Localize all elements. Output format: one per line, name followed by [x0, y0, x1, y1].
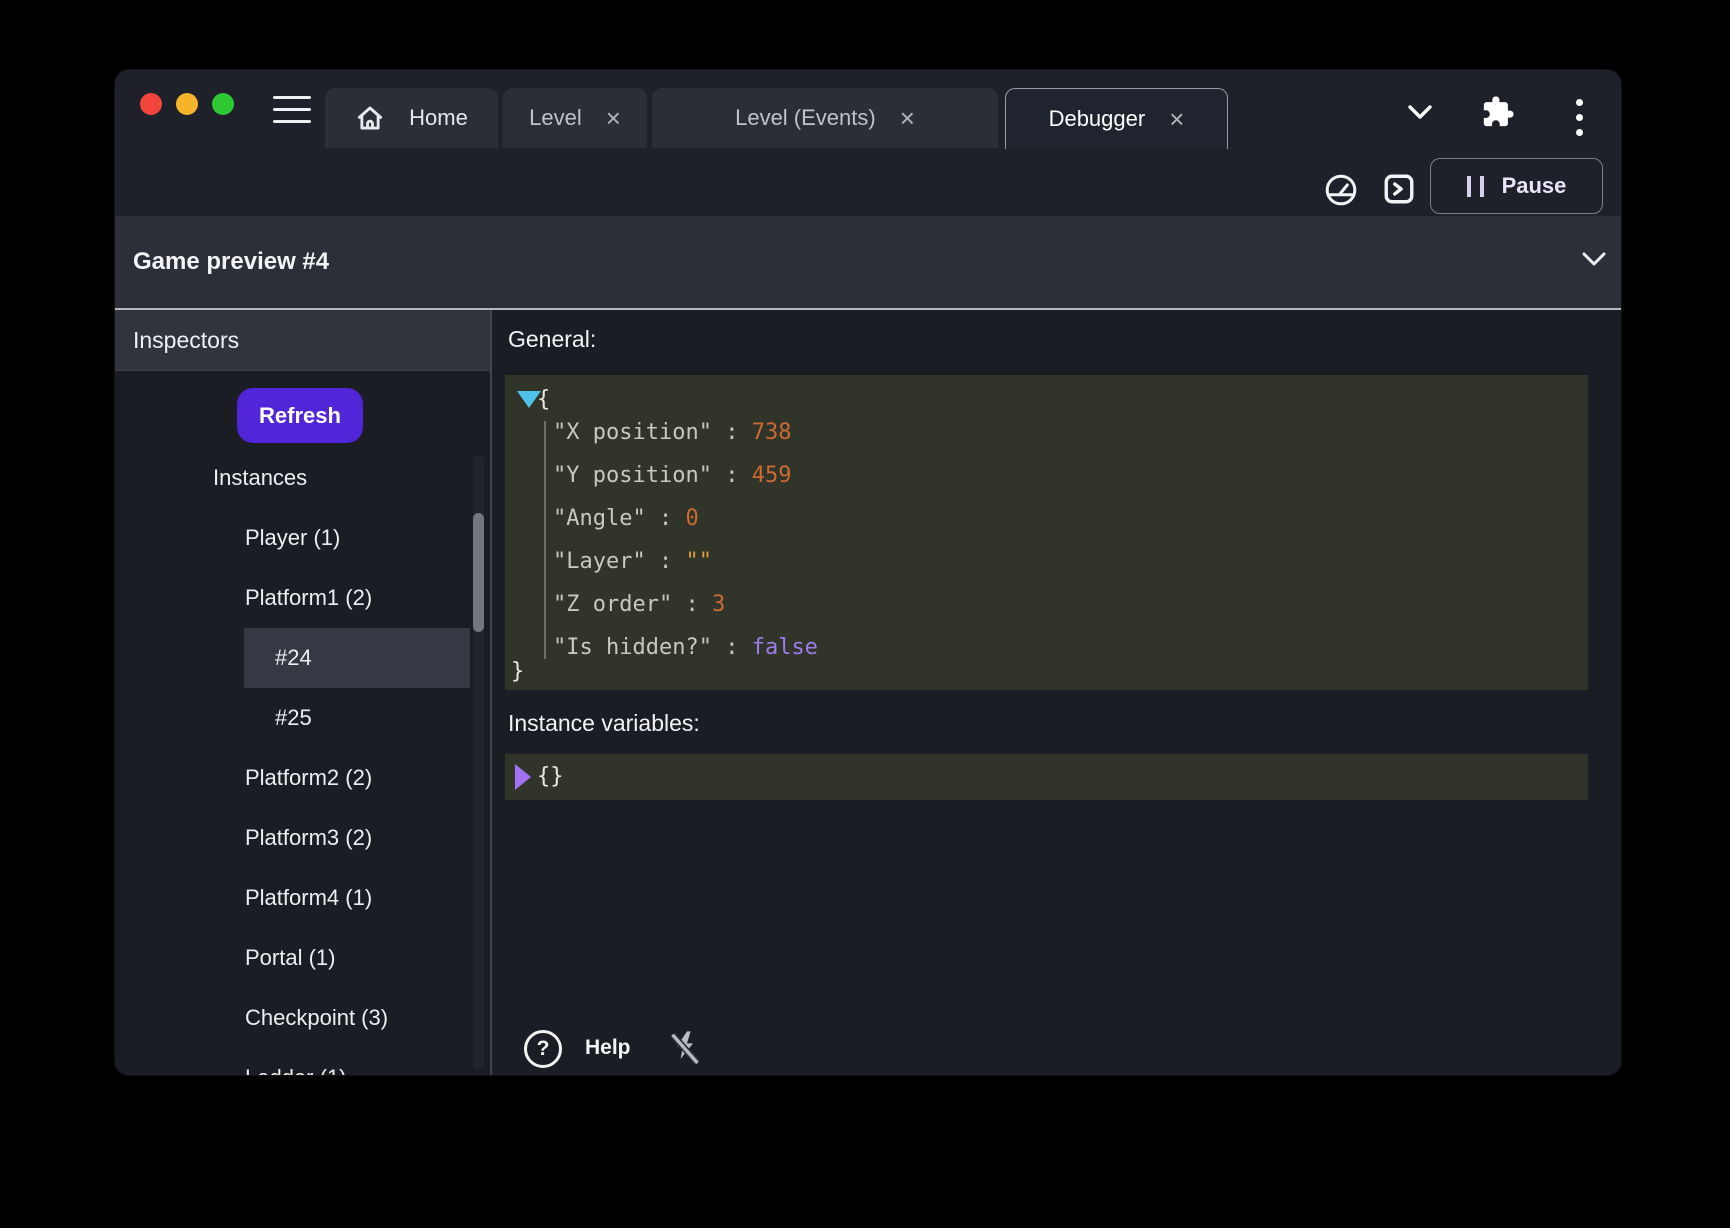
tab-level[interactable]: Level ×	[503, 88, 647, 148]
json-open-brace: {	[537, 385, 550, 415]
tree-item-checkpoint[interactable]: Checkpoint (3)	[115, 988, 490, 1048]
flash-off-icon[interactable]	[665, 1028, 705, 1068]
tree-item-instance-25[interactable]: #25	[115, 688, 490, 748]
help-label: Help	[585, 1036, 631, 1060]
pause-label: Pause	[1502, 173, 1567, 199]
tab-level-events[interactable]: Level (Events) ×	[652, 88, 998, 148]
tab-label: Level (Events)	[735, 105, 876, 131]
json-value: 0	[685, 506, 698, 531]
console-icon[interactable]	[1382, 172, 1416, 206]
zoom-window-button[interactable]	[212, 93, 234, 115]
tab-home[interactable]: Home	[325, 88, 498, 148]
performance-gauge-icon[interactable]	[1323, 172, 1359, 208]
home-icon	[355, 103, 385, 133]
titlebar: Home Level × Level (Events) × Debugger ×	[115, 70, 1621, 216]
menu-icon[interactable]	[273, 96, 311, 123]
instance-variables-label: Instance variables:	[508, 710, 700, 737]
general-label: General:	[508, 326, 596, 353]
sidebar-scrollbar-thumb[interactable]	[473, 513, 484, 632]
close-icon[interactable]: ×	[606, 105, 621, 131]
general-json-panel: { X position738 Y position459 Angle0 Lay…	[505, 375, 1588, 690]
json-value: false	[752, 635, 818, 660]
pause-icon	[1467, 176, 1484, 197]
chevron-down-icon[interactable]	[1403, 100, 1437, 124]
tree-item-instances[interactable]: Instances	[115, 448, 490, 508]
instance-variables-value: {}	[537, 762, 564, 792]
inspectors-label: Inspectors	[133, 327, 239, 354]
refresh-button[interactable]: Refresh	[237, 388, 363, 443]
tree-item-ladder[interactable]: Ladder (1)	[115, 1048, 490, 1075]
json-value: 3	[712, 592, 725, 617]
tree-item-platform1[interactable]: Platform1 (2)	[115, 568, 490, 628]
json-property: Y position459	[553, 461, 791, 491]
game-preview-selector[interactable]: Game preview #4	[115, 216, 1621, 310]
sidebar-divider	[490, 310, 492, 1075]
json-value: ""	[685, 549, 712, 574]
tree-item-instance-24[interactable]: #24	[115, 628, 490, 688]
close-icon[interactable]: ×	[900, 105, 915, 131]
desktop-background: Home Level × Level (Events) × Debugger ×	[0, 0, 1730, 1228]
json-property: Is hidden?false	[553, 633, 818, 663]
tree-item-portal[interactable]: Portal (1)	[115, 928, 490, 988]
pause-button[interactable]: Pause	[1430, 158, 1603, 214]
expand-expander-icon[interactable]	[515, 764, 531, 790]
tree-item-platform4[interactable]: Platform4 (1)	[115, 868, 490, 928]
tab-label: Home	[409, 105, 468, 131]
json-property: X position738	[553, 418, 791, 448]
tab-label: Level	[529, 105, 582, 131]
json-close-brace: }	[511, 657, 524, 687]
tab-label: Debugger	[1049, 106, 1146, 132]
tab-debugger[interactable]: Debugger ×	[1005, 88, 1228, 149]
json-property: Angle0	[553, 504, 699, 534]
extensions-puzzle-icon[interactable]	[1481, 95, 1515, 129]
tree-item-player[interactable]: Player (1)	[115, 508, 490, 568]
tree-item-platform2[interactable]: Platform2 (2)	[115, 748, 490, 808]
inspectors-header: Inspectors	[115, 310, 490, 371]
close-window-button[interactable]	[140, 93, 162, 115]
dropdown-chevron-icon	[1580, 250, 1608, 268]
more-options-icon[interactable]	[1576, 99, 1584, 157]
help-icon[interactable]: ?	[524, 1030, 562, 1068]
json-property: Z order3	[553, 590, 725, 620]
json-value: 738	[752, 420, 792, 445]
indent-guide	[544, 421, 546, 659]
inspector-tree: Instances Player (1) Platform1 (2) #24 #…	[115, 448, 490, 1075]
app-window: Home Level × Level (Events) × Debugger ×	[115, 70, 1621, 1075]
json-value: 459	[752, 463, 792, 488]
minimize-window-button[interactable]	[176, 93, 198, 115]
json-property: Layer""	[553, 547, 712, 577]
instance-variables-panel: {}	[505, 754, 1588, 800]
game-preview-title: Game preview #4	[133, 216, 329, 308]
tree-item-platform3[interactable]: Platform3 (2)	[115, 808, 490, 868]
close-icon[interactable]: ×	[1169, 106, 1184, 132]
